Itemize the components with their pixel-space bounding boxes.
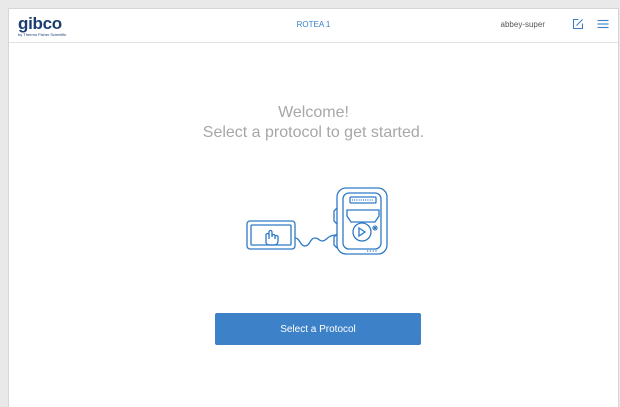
logo-tagline: by Thermo Fisher Scientific	[18, 32, 67, 37]
tablet-device-illustration	[245, 180, 393, 271]
hamburger-menu-icon[interactable]	[597, 17, 609, 35]
edit-square-icon[interactable]	[572, 17, 584, 35]
welcome-subheading: Select a protocol to get started.	[202, 124, 425, 141]
app-header: gibco by Thermo Fisher Scientific ROTEA …	[9, 9, 618, 43]
select-protocol-button[interactable]: Select a Protocol	[215, 313, 421, 345]
username-label: abbey-super	[500, 20, 545, 29]
app-window: gibco by Thermo Fisher Scientific ROTEA …	[8, 8, 619, 407]
welcome-heading: Welcome!	[278, 104, 349, 121]
